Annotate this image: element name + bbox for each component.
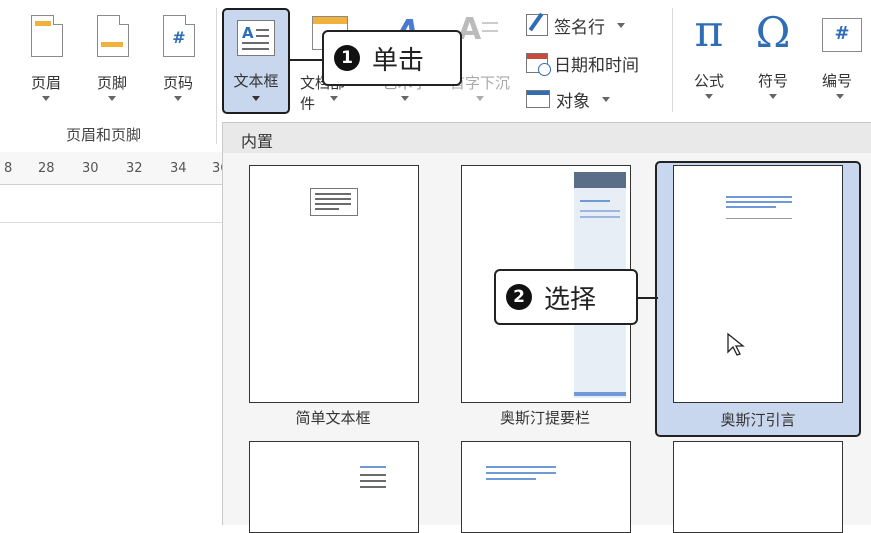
- pi-icon: π: [694, 6, 724, 57]
- chevron-down-icon: [330, 96, 338, 101]
- object-label: 对象: [556, 91, 590, 112]
- header-label: 页眉: [30, 74, 61, 92]
- object-icon: [526, 90, 550, 108]
- page-number-button[interactable]: # 页码: [150, 10, 206, 110]
- ruler-tick: 30: [82, 161, 99, 176]
- chevron-down-icon: [602, 96, 610, 102]
- gallery-section-header: 内置: [223, 123, 871, 153]
- equation-label: 公式: [693, 72, 724, 90]
- gallery-item-thumbnail-row2-2[interactable]: [461, 441, 631, 533]
- step-number-badge: 1: [334, 45, 360, 71]
- mouse-pointer-icon: [727, 332, 745, 356]
- group-label-header-footer: 页眉和页脚: [66, 126, 142, 144]
- footer-label: 页脚: [96, 74, 127, 92]
- calendar-icon: [526, 53, 551, 76]
- gallery-item-caption: 奥斯汀提要栏: [499, 409, 590, 427]
- symbol-label: 符号: [757, 72, 788, 90]
- text-box-button[interactable]: A 文本框: [222, 8, 290, 114]
- header-button[interactable]: 页眉: [18, 10, 74, 110]
- callout-text: 选择: [544, 284, 597, 315]
- chevron-down-icon: [769, 94, 777, 99]
- numbering-icon: #: [822, 18, 862, 52]
- text-box-icon: A: [237, 20, 275, 56]
- group-divider: [216, 8, 217, 144]
- date-time-button[interactable]: 日期和时间: [526, 50, 639, 76]
- horizontal-ruler[interactable]: 8 28 30 32 34 36: [0, 152, 229, 185]
- gallery-item-caption: 简单文本框: [295, 409, 371, 427]
- chevron-down-icon: [401, 96, 409, 101]
- chevron-down-icon: [476, 96, 484, 101]
- ruler-tick: 32: [126, 161, 143, 176]
- group-divider: [672, 8, 673, 112]
- header-icon: [31, 15, 63, 57]
- date-time-label: 日期和时间: [554, 55, 639, 76]
- document-margin-line: [0, 222, 222, 223]
- footer-button[interactable]: 页脚: [84, 10, 140, 110]
- ruler-tick: 28: [38, 161, 55, 176]
- gallery-item-simple-text-box[interactable]: 简单文本框: [235, 159, 425, 435]
- ruler-tick: 8: [4, 161, 13, 176]
- signature-line-label: 签名行: [554, 17, 605, 38]
- chevron-down-icon: [617, 22, 625, 28]
- chevron-down-icon: [705, 94, 713, 99]
- footer-icon: [97, 15, 129, 57]
- chevron-down-icon: [42, 96, 50, 101]
- chevron-down-icon: [174, 96, 182, 101]
- callout-step-2: 2 选择: [494, 269, 638, 325]
- callout-connector: [290, 59, 324, 61]
- callout-step-1: 1 单击: [322, 30, 462, 86]
- gallery-item-thumbnail-row2-1[interactable]: [249, 441, 419, 533]
- numbering-label: 编号: [822, 72, 853, 90]
- omega-icon: Ω: [755, 8, 791, 57]
- gallery-item-austin-quote[interactable]: 奥斯汀引言: [655, 161, 861, 437]
- callout-connector: [636, 297, 658, 299]
- pen-icon: [526, 12, 548, 36]
- simple-text-box-thumbnail: [249, 165, 419, 403]
- numbering-button[interactable]: # 编号: [808, 8, 871, 112]
- text-box-label: 文本框: [233, 72, 279, 90]
- symbol-button[interactable]: Ω 符号: [744, 8, 802, 112]
- signature-line-button[interactable]: 签名行: [526, 12, 625, 38]
- page-number-icon: #: [163, 15, 195, 57]
- callout-text: 单击: [372, 45, 425, 76]
- chevron-down-icon: [252, 96, 260, 101]
- gallery-item-thumbnail-row2-3[interactable]: [673, 441, 843, 533]
- page-number-label: 页码: [162, 74, 193, 92]
- chevron-down-icon: [108, 96, 116, 101]
- ruler-tick: 34: [170, 161, 187, 176]
- chevron-down-icon: [836, 94, 844, 99]
- object-button[interactable]: 对象: [526, 86, 610, 112]
- step-number-badge: 2: [506, 284, 532, 310]
- equation-button[interactable]: π 公式: [680, 6, 738, 112]
- gallery-item-caption: 奥斯汀引言: [720, 411, 796, 429]
- austin-quote-thumbnail: [673, 165, 843, 403]
- gallery-section-label: 内置: [241, 132, 274, 151]
